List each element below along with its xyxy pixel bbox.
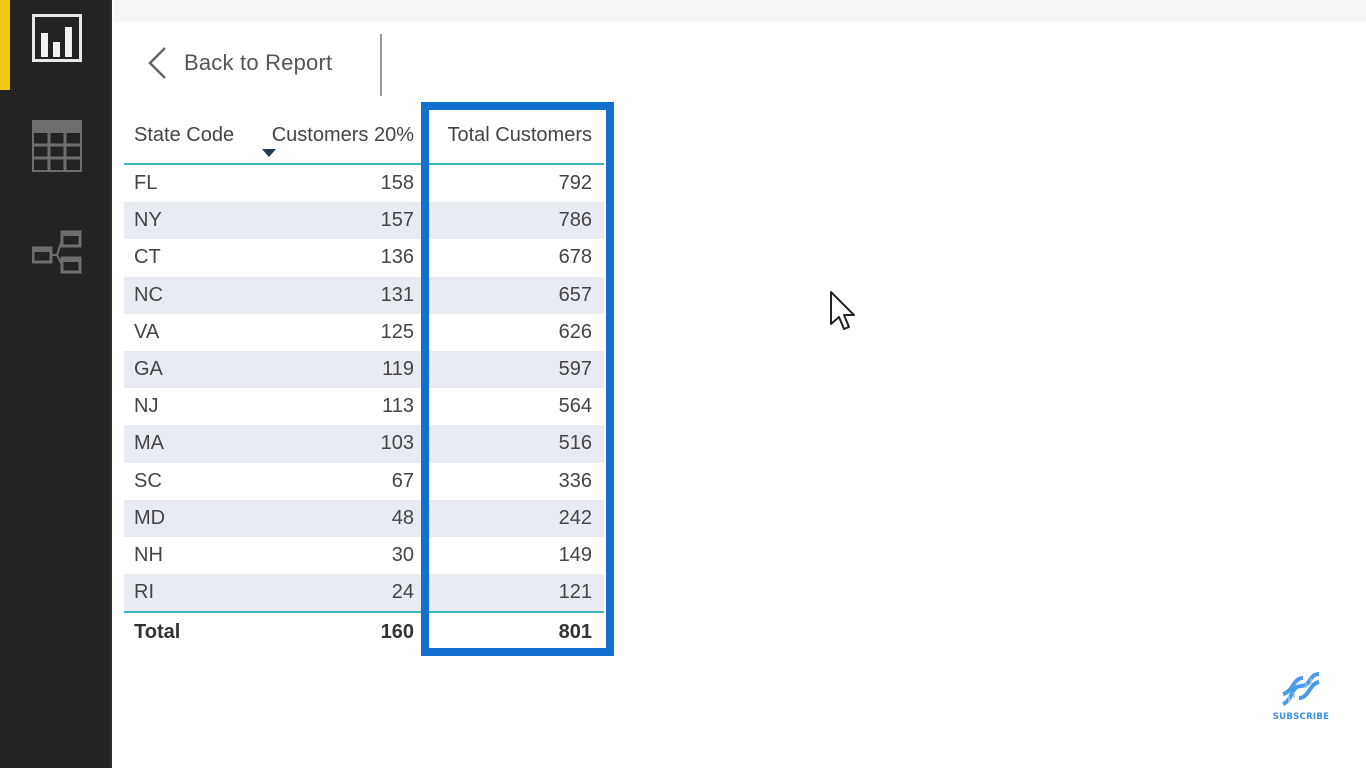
top-strip — [114, 0, 1366, 22]
cell-total: 149 — [558, 543, 592, 566]
sidebar-item-data-view[interactable] — [0, 110, 110, 196]
cell-state: NH — [134, 543, 163, 566]
table-row: NC 131 657 — [124, 276, 604, 314]
cell-total: 516 — [558, 432, 592, 455]
table-row: VA 125 626 — [124, 314, 604, 351]
table-row: CT 136 678 — [124, 239, 604, 276]
cell-customers-20: 30 — [391, 543, 414, 566]
cell-total: 336 — [558, 469, 592, 492]
table-row: NH 30 149 — [124, 537, 604, 574]
cell-customers-20: 125 — [380, 320, 414, 343]
cell-total: 657 — [558, 283, 592, 306]
cell-customers-20: 113 — [382, 395, 414, 418]
cell-customers-20: 158 — [380, 172, 414, 195]
cell-customers-20: 103 — [380, 432, 414, 455]
header-divider — [380, 34, 382, 96]
table-row: FL 158 792 — [124, 165, 604, 202]
cell-state: FL — [134, 172, 158, 195]
cell-total: 597 — [558, 358, 592, 381]
table-total-row: Total 160 801 — [124, 611, 604, 651]
sort-descending-icon — [262, 149, 276, 157]
table-grid-icon — [32, 120, 82, 172]
cell-customers-20: 24 — [391, 581, 414, 604]
sidebar-item-report-view[interactable] — [0, 0, 110, 90]
total-label: Total — [134, 620, 181, 643]
cell-customers-20: 119 — [382, 358, 414, 381]
cell-state: GA — [134, 358, 163, 381]
column-header-state-code[interactable]: State Code — [124, 112, 254, 163]
back-to-report-label: Back to Report — [184, 50, 333, 75]
total-total-customers: 801 — [558, 620, 592, 643]
table-row: NY 157 786 — [124, 202, 604, 240]
cell-total: 564 — [558, 395, 592, 418]
cell-state: VA — [134, 320, 160, 343]
cell-total: 786 — [558, 209, 592, 232]
column-header-total-customers[interactable]: Total Customers — [422, 112, 604, 163]
cell-customers-20: 157 — [380, 209, 414, 232]
cell-customers-20: 131 — [380, 283, 414, 306]
table-header: State Code Customers 20% Total Customers — [124, 112, 604, 165]
sidebar — [0, 0, 112, 768]
relationship-diagram-icon — [32, 230, 82, 274]
cell-customers-20: 67 — [391, 469, 414, 492]
cell-state: NY — [134, 209, 162, 232]
mouse-pointer-icon — [828, 290, 858, 338]
cell-state: MD — [134, 506, 166, 529]
table-row: SC 67 336 — [124, 463, 604, 500]
dna-icon — [1282, 672, 1320, 706]
table-row: GA 119 597 — [124, 350, 604, 389]
cell-state: SC — [134, 469, 162, 492]
cell-customers-20: 136 — [380, 246, 414, 269]
cell-state: MA — [134, 432, 164, 455]
customers-table: State Code Customers 20% Total Customers… — [124, 112, 604, 651]
bar-chart-icon — [32, 14, 82, 62]
table-body: FL 158 792 NY 157 786 CT 136 678 NC 131 657 VA 12… — [124, 165, 604, 612]
cell-total: 678 — [558, 246, 592, 269]
subscribe-watermark[interactable]: SUBSCRIBE — [1270, 672, 1332, 722]
cell-total: 121 — [558, 581, 592, 604]
back-to-report-button[interactable]: Back to Report — [146, 46, 332, 80]
table-row: RI 24 121 — [124, 574, 604, 612]
column-header-customers-20-label: Customers 20% — [271, 124, 414, 146]
cell-state: NC — [134, 283, 163, 306]
cell-state: NJ — [134, 395, 159, 418]
table-row: MD 48 242 — [124, 499, 604, 537]
cell-total: 626 — [558, 320, 592, 343]
cell-customers-20: 48 — [391, 506, 414, 529]
chevron-left-icon — [148, 47, 166, 79]
cell-state: CT — [134, 246, 161, 269]
subscribe-label: SUBSCRIBE — [1272, 712, 1330, 722]
cell-total: 792 — [558, 172, 592, 195]
table-row: NJ 113 564 — [124, 388, 604, 425]
cell-total: 242 — [558, 506, 592, 529]
sidebar-item-model-view[interactable] — [0, 220, 110, 306]
column-header-customers-20[interactable]: Customers 20% — [254, 112, 422, 163]
cell-state: RI — [134, 581, 154, 604]
total-customers-20: 160 — [380, 620, 414, 643]
table-row: MA 103 516 — [124, 425, 604, 463]
